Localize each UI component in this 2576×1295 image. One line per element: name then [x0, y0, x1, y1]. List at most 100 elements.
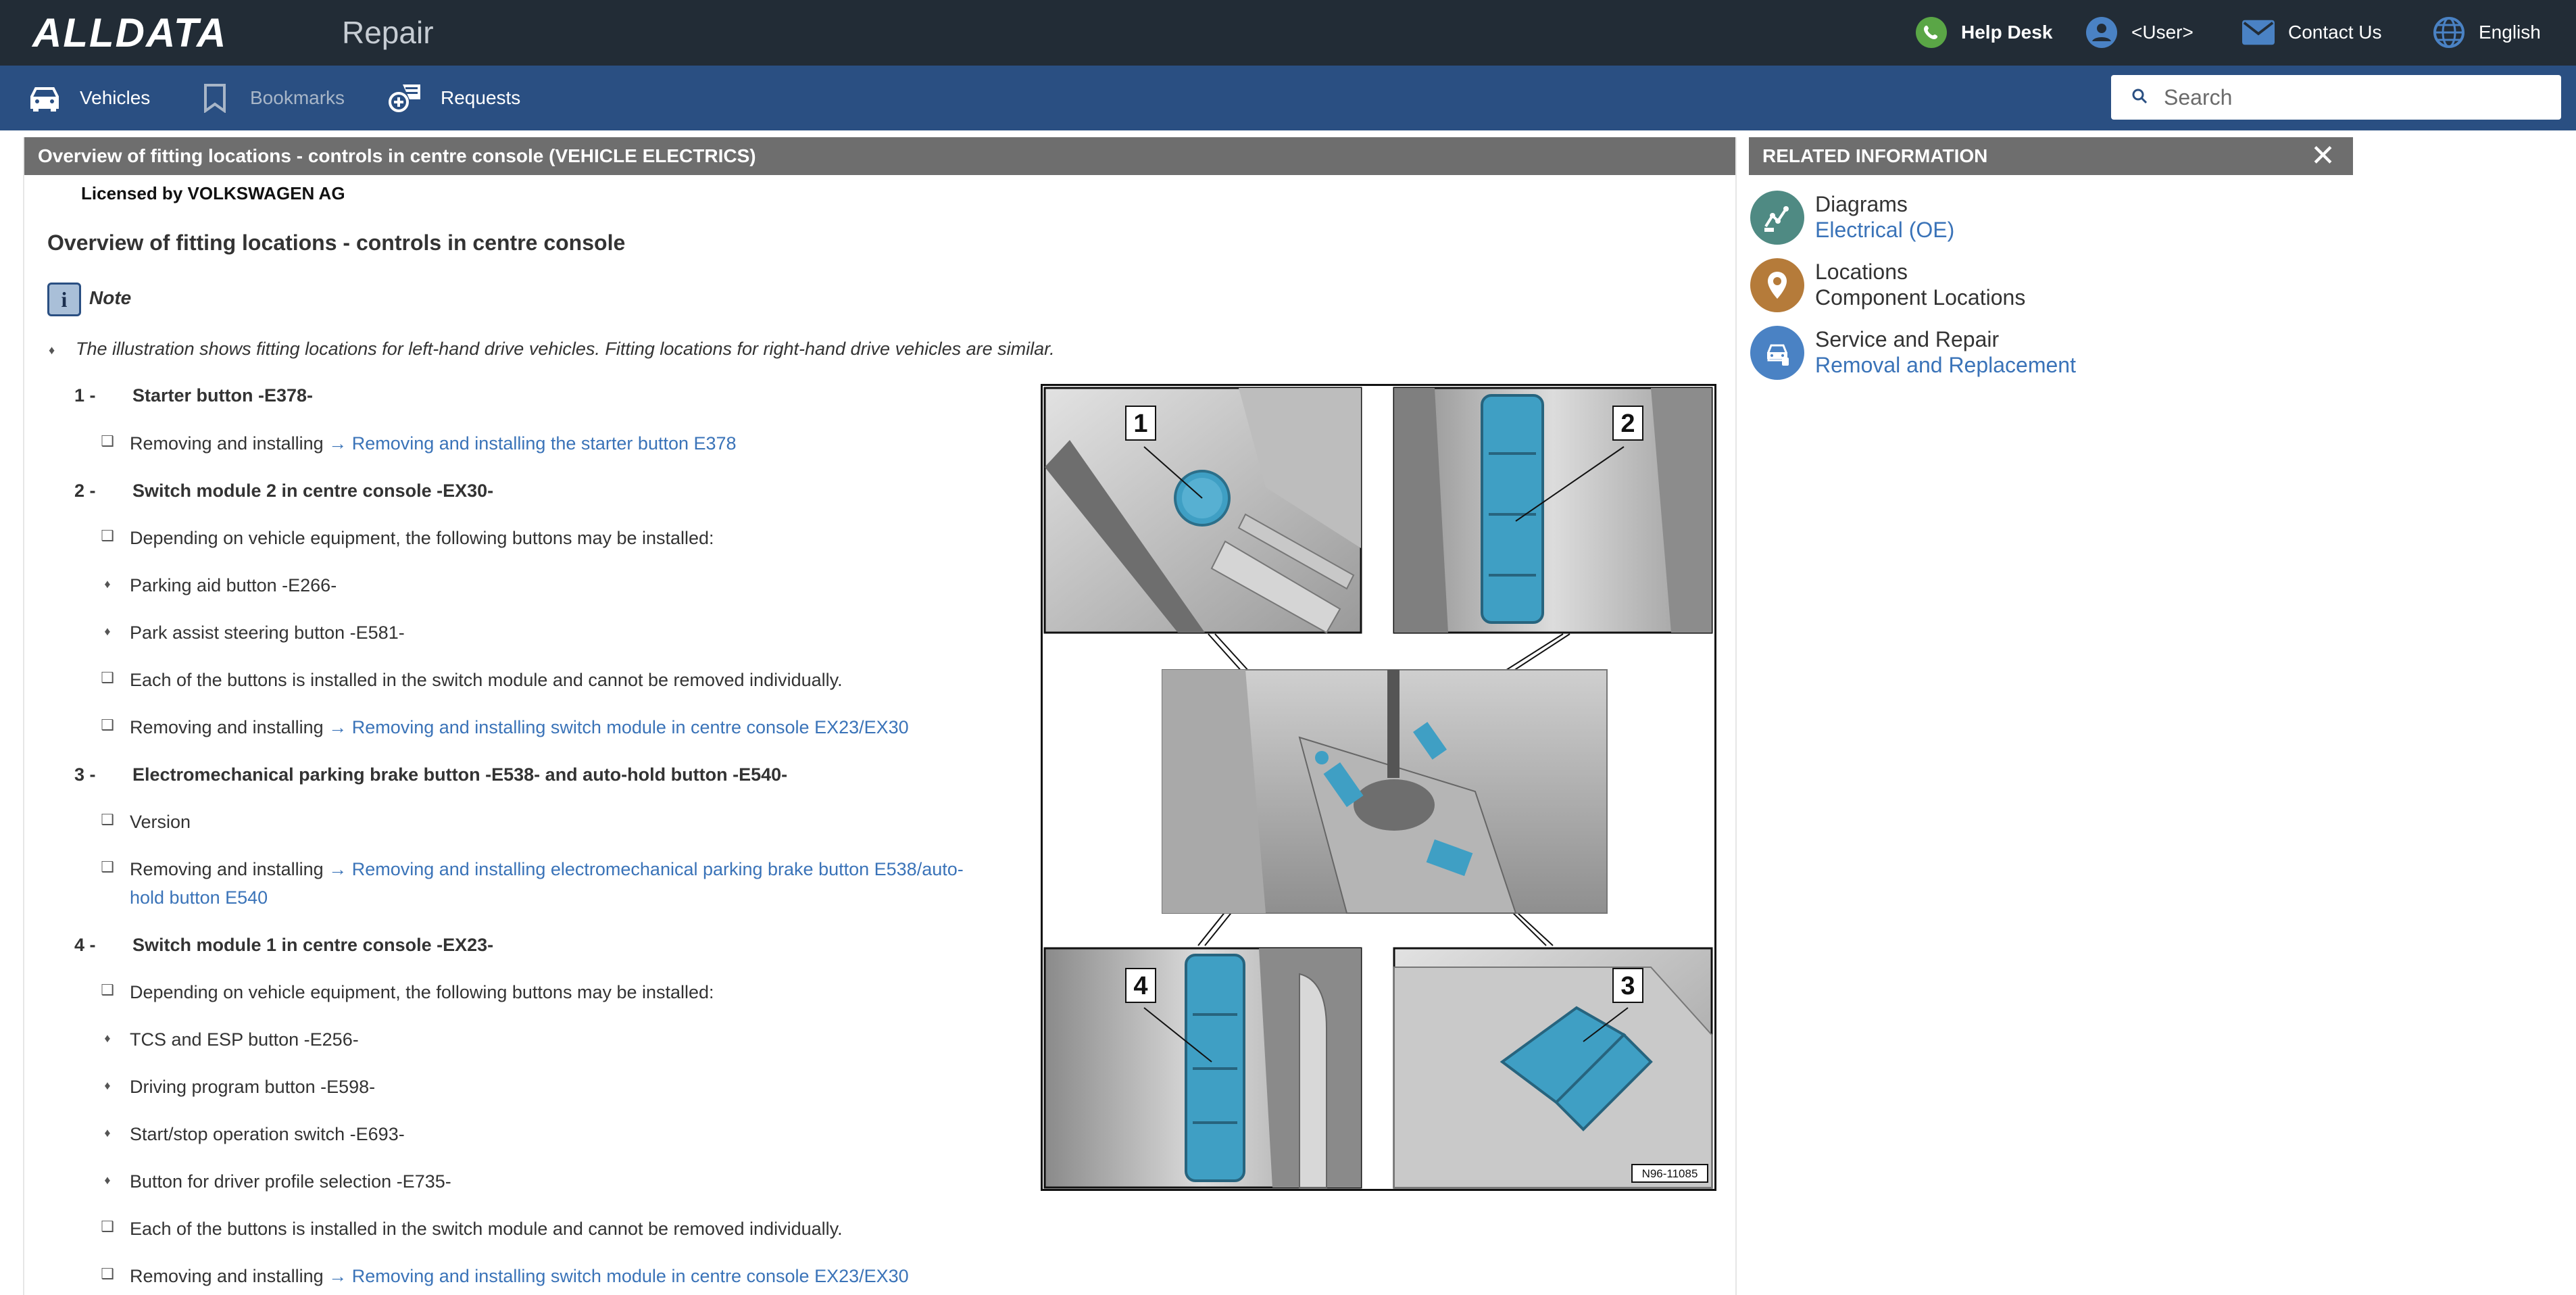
item-heading-2: 2 - Switch module 2 in centre console -EX… [74, 481, 494, 501]
document-panel: Overview of fitting locations - controls… [23, 137, 1737, 1295]
nav-bookmarks[interactable]: Bookmarks [197, 80, 345, 116]
related-information-header: RELATED INFORMATION ✕ [1749, 137, 2353, 175]
user-menu[interactable]: <User> [2085, 14, 2194, 51]
help-desk-link[interactable]: Help Desk [1915, 14, 2052, 51]
list-item: Depending on vehicle equipment, the foll… [130, 982, 714, 1002]
diamond-bullet-icon: ♦ [104, 625, 111, 638]
list-item: Each of the buttons is installed in the … [130, 670, 843, 690]
list-item: Parking aid button -E266- [130, 575, 337, 595]
diamond-bullet-icon: ♦ [104, 1126, 111, 1140]
globe-icon [2433, 16, 2465, 49]
close-icon[interactable]: ✕ [2310, 137, 2335, 175]
item-heading-4: 4 - Switch module 1 in centre console -EX… [74, 935, 494, 955]
figure-code: N96-11085 [1642, 1167, 1698, 1180]
link-parking-brake-button-cont[interactable]: hold button E540 [130, 887, 268, 908]
search-input[interactable] [2164, 84, 2542, 110]
list-item: Removing and installing → Removing and i… [130, 717, 909, 737]
list-item: Button for driver profile selection -E73… [130, 1171, 451, 1192]
nav-requests[interactable]: Requests [388, 80, 520, 116]
related-item-title: Locations [1815, 260, 1908, 284]
info-icon: i [47, 283, 81, 316]
list-item: Removing and installing → Removing and i… [130, 433, 737, 454]
contact-us-link[interactable]: Contact Us [2242, 14, 2382, 51]
list-item: Driving program button -E598- [130, 1077, 376, 1097]
square-bullet-icon: ❑ [101, 1218, 114, 1235]
alldata-logo[interactable]: ALLDATA [32, 9, 228, 55]
square-bullet-icon: ❑ [101, 527, 114, 544]
illustration-svg: 1 2 4 3 N96-11085 [1043, 387, 1713, 1189]
note-label: Note [89, 287, 132, 308]
document-titlebar: Overview of fitting locations - controls… [24, 137, 1735, 175]
nav-requests-label: Requests [441, 87, 521, 108]
requests-icon [388, 80, 423, 116]
nav-vehicles-label: Vehicles [80, 87, 151, 108]
related-item-link[interactable]: Electrical (OE) [1815, 218, 1954, 243]
nav-bookmarks-label: Bookmarks [250, 87, 345, 108]
link-parking-brake-button[interactable]: Removing and installing electromechanica… [352, 859, 964, 879]
callout-1: 1 [1133, 410, 1147, 438]
panel-3-parking-brake-button: 3 N96-11085 [1393, 947, 1713, 1189]
bookmark-icon [197, 80, 232, 116]
item-number: 1 - [74, 385, 96, 406]
list-item: Each of the buttons is installed in the … [130, 1219, 843, 1239]
related-item-title: Diagrams [1815, 192, 1908, 216]
diamond-bullet-icon: ♦ [104, 1079, 111, 1092]
vehicles-icon [27, 80, 62, 116]
panel-center-overview [1162, 669, 1608, 914]
car-service-icon [1750, 326, 1804, 380]
panel-4-switch-module-ex23: 4 [1043, 947, 1362, 1189]
list-item: Park assist steering button -E581- [130, 622, 405, 643]
square-bullet-icon: ❑ [101, 811, 114, 828]
search-icon [2131, 88, 2148, 107]
search-box[interactable] [2111, 75, 2561, 120]
diamond-bullet-icon: ♦ [104, 1173, 111, 1187]
square-bullet-icon: ❑ [101, 669, 114, 686]
help-desk-label: Help Desk [1961, 22, 2053, 43]
related-item-locations[interactable]: Locations Component Locations [1750, 258, 2345, 315]
square-bullet-icon: ❑ [101, 716, 114, 733]
related-item-title: Service and Repair [1815, 327, 2000, 351]
licensed-by: Licensed by VOLKSWAGEN AG [81, 183, 345, 203]
item-heading-3: 3 - Electromechanical parking brake butto… [74, 764, 788, 785]
related-item-service-and-repair[interactable]: Service and Repair Removal and Replaceme… [1750, 326, 2345, 383]
contact-us-label: Contact Us [2288, 22, 2382, 43]
item-heading-1: 1 - Starter button -E378- [74, 385, 313, 406]
square-bullet-icon: ❑ [101, 433, 114, 449]
link-switch-module-ex23[interactable]: Removing and installing switch module in… [352, 1266, 909, 1286]
user-label: <User> [2131, 22, 2194, 43]
top-header: ALLDATA Repair Help Desk <User> Contact … [0, 0, 2576, 66]
list-item: Removing and installing → Removing and i… [130, 1266, 909, 1286]
page-title: Overview of fitting locations - controls… [47, 230, 626, 255]
item-title: Starter button -E378- [132, 385, 314, 406]
main-nav: Vehicles Bookmarks Requests [0, 66, 2576, 130]
related-item-link[interactable]: Removal and Replacement [1815, 353, 2076, 378]
user-avatar-icon [2085, 16, 2118, 49]
square-bullet-icon: ❑ [101, 1265, 114, 1282]
note-text: The illustration shows fitting locations… [76, 339, 1055, 359]
callout-2: 2 [1620, 410, 1635, 438]
square-bullet-icon: ❑ [101, 858, 114, 875]
list-item: TCS and ESP button -E256- [130, 1029, 359, 1050]
phone-icon [1915, 16, 1948, 49]
link-starter-button[interactable]: Removing and installing the starter butt… [352, 433, 737, 454]
fitting-locations-illustration[interactable]: 1 2 4 3 N96-11085 [1041, 384, 1716, 1191]
related-item-sub: Component Locations [1815, 285, 2026, 310]
logo-text: ALLDATA [32, 9, 228, 55]
callout-3: 3 [1620, 972, 1635, 1000]
list-item: Version [130, 812, 191, 832]
product-name: Repair [342, 15, 434, 50]
location-pin-icon [1750, 258, 1804, 312]
related-item-diagrams[interactable]: Diagrams Electrical (OE) [1750, 191, 2345, 247]
language-label: English [2479, 22, 2541, 43]
related-information-title: RELATED INFORMATION [1762, 145, 1988, 166]
callout-4: 4 [1133, 972, 1147, 1000]
nav-vehicles[interactable]: Vehicles [27, 80, 150, 116]
panel-1-starter-button: 1 [1043, 387, 1362, 634]
diagram-icon [1750, 191, 1804, 245]
link-switch-module-ex30[interactable]: Removing and installing switch module in… [352, 717, 909, 737]
square-bullet-icon: ❑ [101, 981, 114, 998]
diamond-bullet-icon: ♦ [104, 1031, 111, 1045]
list-item: Removing and installing → Removing and i… [130, 859, 964, 879]
list-item: Start/stop operation switch -E693- [130, 1124, 405, 1144]
language-selector[interactable]: English [2433, 14, 2541, 51]
